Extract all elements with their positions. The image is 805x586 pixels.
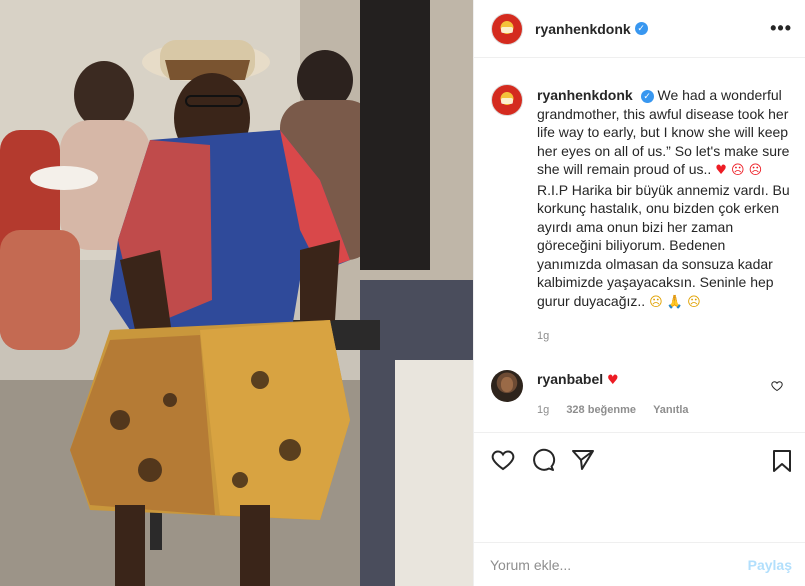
comment-heart-emoji: ♥ [607,373,619,388]
action-bar [474,432,805,472]
comment-body: ryanbabel ♥ 1g 328 beğenme Yanıtla [537,370,703,416]
caption-body: ryanhenkdonk ✓ We had a wonderful grandm… [537,86,791,346]
more-options-icon[interactable]: ••• [770,18,792,39]
post-viewer: ryanhenkdonk ✓ ••• ryanhenkdonk ✓ We had… [0,0,805,586]
photo-illustration [0,0,473,586]
author-username[interactable]: ryanhenkdonk [535,21,631,37]
commenter-avatar[interactable] [491,370,523,402]
verified-badge-icon: ✓ [634,22,648,35]
post-header: ryanhenkdonk ✓ ••• [474,0,805,58]
caption-emoji-b: ☹ 🙏 ☹ [649,294,701,310]
post-side-panel: ryanhenkdonk ✓ ••• ryanhenkdonk ✓ We had… [473,0,805,586]
add-comment-bar: Paylaş [474,542,805,586]
comment-likes[interactable]: 328 beğenme [566,404,636,416]
post-photo[interactable] [0,0,473,586]
comment-meta: 1g 328 beğenme Yanıtla [537,404,703,416]
comment-timestamp[interactable]: 1g [537,404,549,416]
comment-item: ryanbabel ♥ 1g 328 beğenme Yanıtla [491,370,791,416]
heart-icon[interactable] [490,448,516,472]
post-comment-button[interactable]: Paylaş [748,557,792,573]
bookmark-icon[interactable] [770,448,794,474]
share-icon[interactable] [570,448,596,472]
comment-like-heart-icon[interactable] [771,380,783,392]
post-caption: ryanhenkdonk ✓ We had a wonderful grandm… [491,84,791,346]
caption-emoji-a: ♥ ☹ ☹ [715,163,763,178]
caption-timestamp[interactable]: 1g [537,327,791,346]
caption-author-avatar[interactable] [491,84,523,116]
comment-input[interactable] [490,555,730,575]
commenter-username[interactable]: ryanbabel [537,371,603,387]
caption-text-tr: R.I.P Harika bir büyük annemiz vardı. Bu… [537,181,790,309]
caption-username[interactable]: ryanhenkdonk [537,87,633,103]
comment-reply-button[interactable]: Yanıtla [653,404,688,416]
author-avatar[interactable] [491,12,523,45]
comment-icon[interactable] [530,448,556,472]
verified-badge-icon: ✓ [640,90,654,103]
